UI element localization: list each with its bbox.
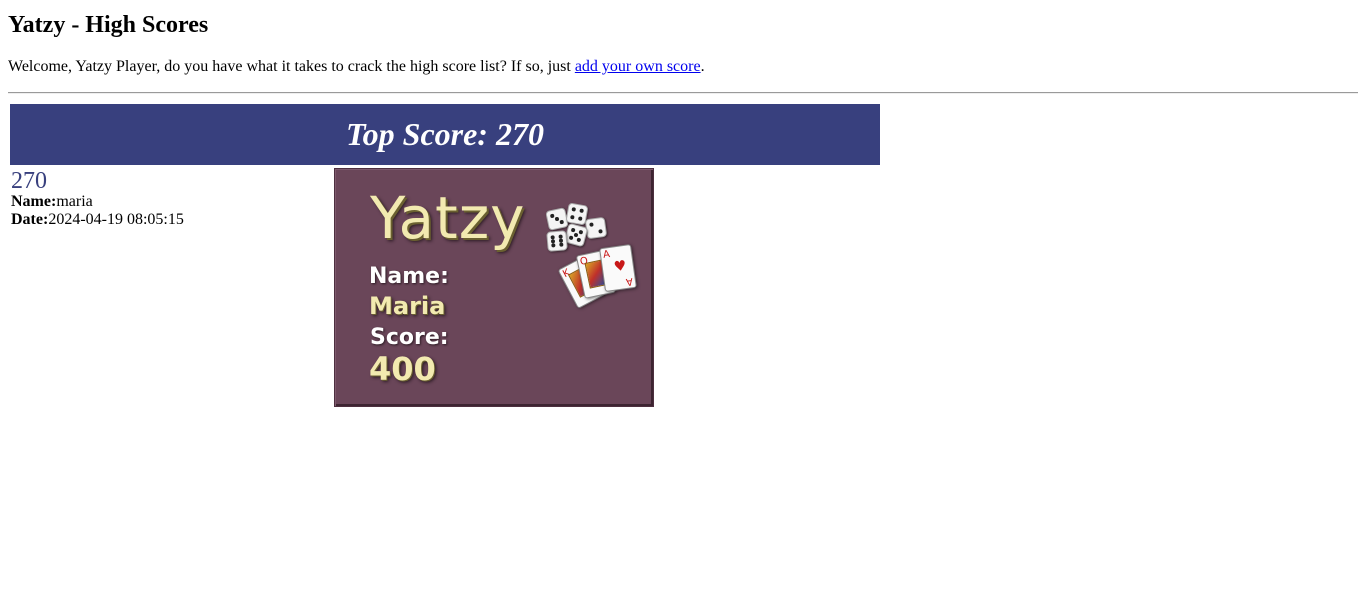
- date-label: Date:: [11, 211, 49, 228]
- entry-date-row: Date:2024-04-19 08:05:15: [11, 211, 184, 229]
- score-card-title: Yatzy: [370, 184, 526, 252]
- card-name-value: Maria: [369, 292, 446, 320]
- card-score-label: Score:: [370, 325, 449, 350]
- intro-text: Welcome, Yatzy Player, do you have what …: [8, 58, 575, 75]
- entry-score: 270: [11, 168, 47, 194]
- divider: [8, 92, 1358, 94]
- page-title: Yatzy - High Scores: [8, 12, 209, 38]
- entry-date: 2024-04-19 08:05:15: [48, 211, 184, 228]
- entry-name-row: Name:maria: [11, 193, 184, 211]
- page-container: Yatzy - High Scores Welcome, Yatzy Playe…: [0, 0, 1366, 410]
- intro-end: .: [700, 58, 705, 75]
- card-score-value: 400: [369, 350, 436, 388]
- name-label: Name:: [11, 193, 57, 210]
- intro-paragraph: Welcome, Yatzy Player, do you have what …: [8, 57, 1358, 77]
- score-card-image: Yatzy KK QQ A♥A Name: Maria Score: 400: [334, 168, 654, 407]
- add-score-link[interactable]: add your own score: [575, 58, 701, 75]
- entry-name: maria: [56, 193, 93, 210]
- card-name-label: Name:: [369, 264, 449, 289]
- top-score-banner: Top Score: 270: [10, 104, 880, 165]
- entry-details: Name:maria Date:2024-04-19 08:05:15: [11, 193, 184, 229]
- top-score-heading: Top Score: 270: [346, 116, 544, 152]
- high-score-entry: 270 Name:maria Date:2024-04-19 08:05:15 …: [10, 165, 880, 410]
